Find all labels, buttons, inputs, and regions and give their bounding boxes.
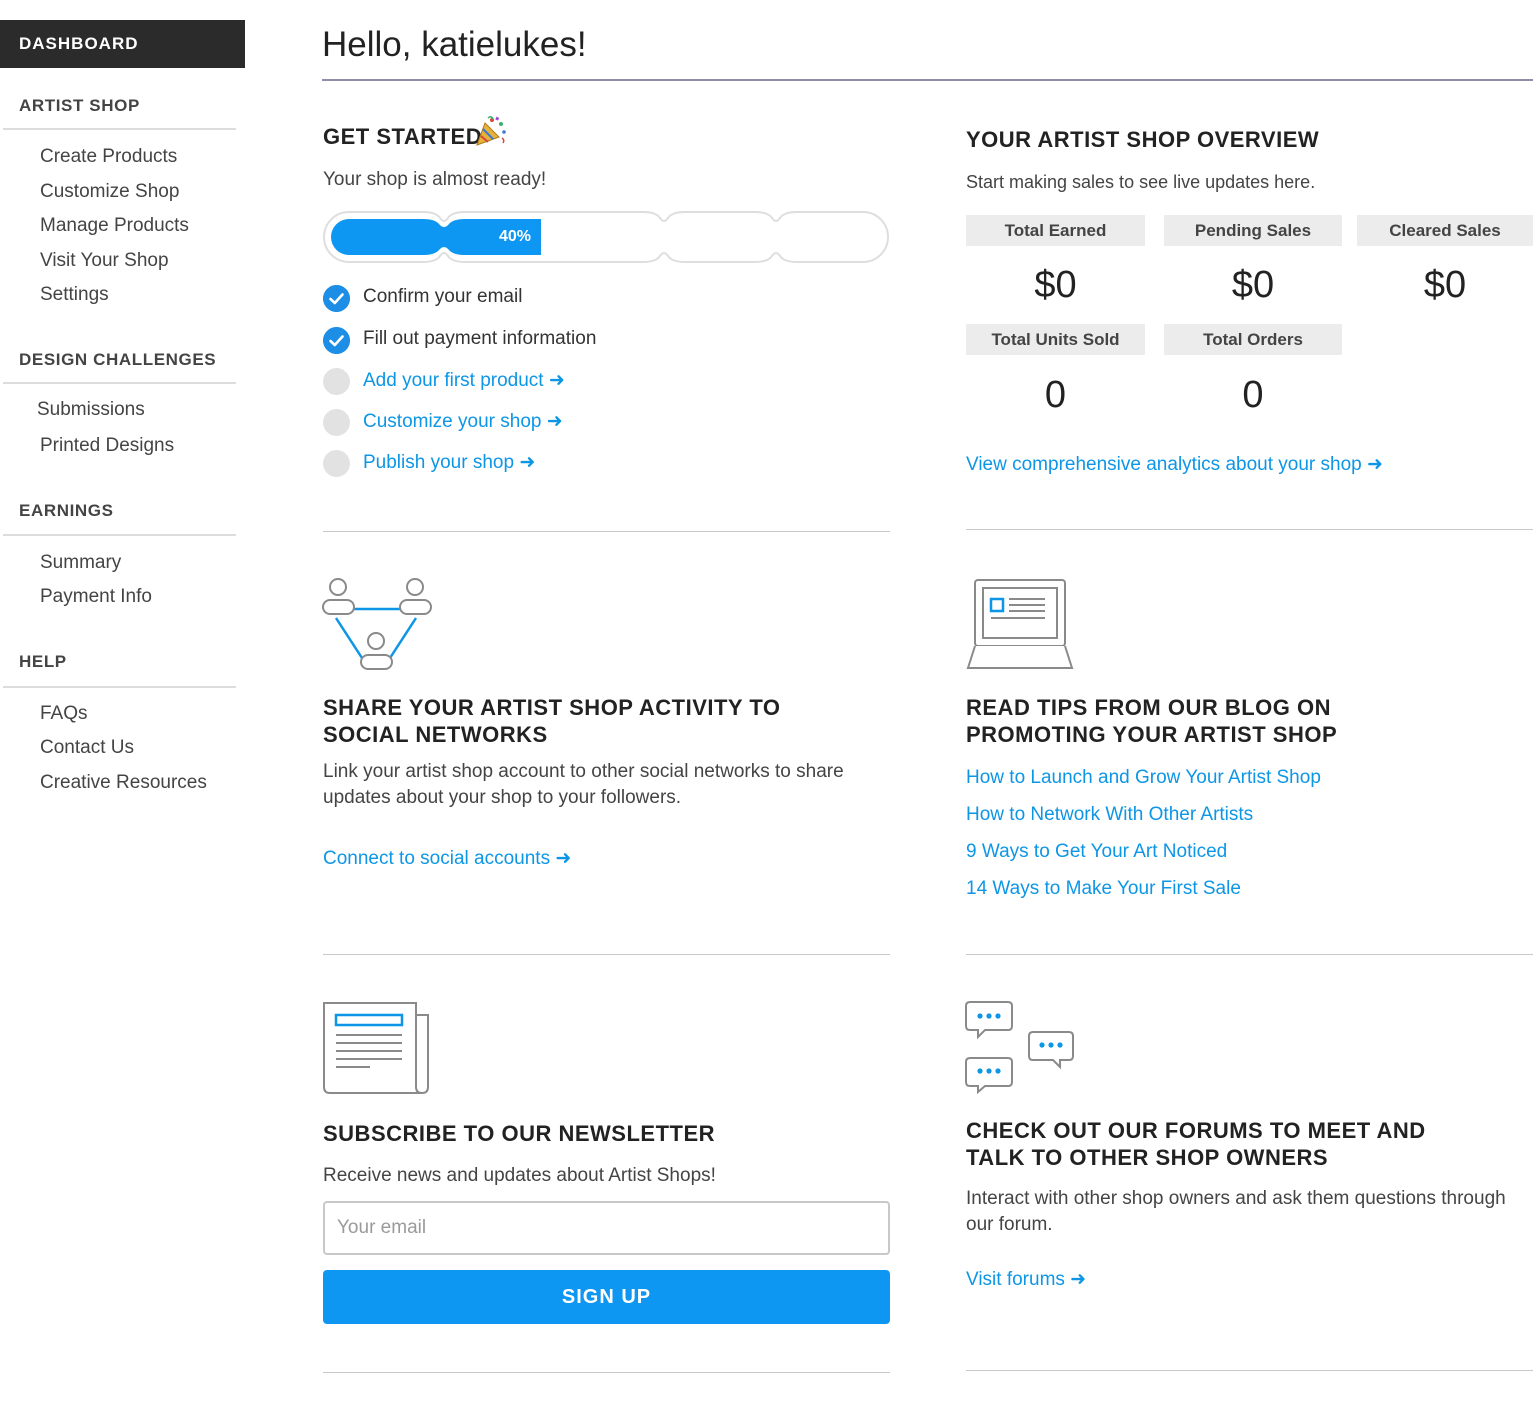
empty-circle-icon [323,368,350,395]
social-title-line2: SOCIAL NETWORKS [323,722,548,747]
connect-social-link[interactable]: Connect to social accounts ➜ [323,847,571,870]
stat-label-pending-sales: Pending Sales [1164,215,1342,246]
checkmark-icon [323,327,350,354]
blog-link-launch-grow[interactable]: How to Launch and Grow Your Artist Shop [966,767,1321,789]
overview-title: YOUR ARTIST SHOP OVERVIEW [966,127,1320,152]
section-divider [966,1370,1533,1371]
stat-value-total-orders: 0 [1242,374,1264,416]
blog-link-network[interactable]: How to Network With Other Artists [966,804,1253,826]
get-started-title: GET STARTED [323,124,483,149]
stat-value-cleared-sales: $0 [1423,264,1467,306]
sidebar-divider [3,534,236,536]
social-description: Link your artist shop account to other s… [323,761,844,808]
forums-title-line2: TALK TO OTHER SHOP OWNERS [966,1145,1329,1170]
section-divider [966,954,1533,955]
forums-title-line1: CHECK OUT OUR FORUMS TO MEET AND [966,1118,1426,1143]
section-divider [323,1372,890,1373]
sidebar-item-faqs[interactable]: FAQs [40,703,88,725]
checklist-item-confirm-email: Confirm your email [323,285,883,313]
checklist-label: Confirm your email [363,286,523,307]
newsletter-description: Receive news and updates about Artist Sh… [323,1165,716,1186]
checkmark-icon [323,285,350,312]
sidebar-item-contact-us[interactable]: Contact Us [40,737,134,759]
sidebar-item-settings[interactable]: Settings [40,284,109,306]
checklist-item-customize-shop[interactable]: Customize your shop ➜ [323,409,883,437]
blog-title-line1: READ TIPS FROM OUR BLOG ON [966,695,1331,720]
stat-value-total-units-sold: 0 [1044,374,1067,416]
sidebar-item-customize-shop[interactable]: Customize Shop [40,181,179,203]
sidebar-divider [3,382,236,384]
blog-title-line2: PROMOTING YOUR ARTIST SHOP [966,722,1338,747]
add-first-product-link[interactable]: Add your first product ➜ [363,369,565,392]
stat-label-total-earned: Total Earned [966,215,1145,246]
stat-label-total-orders: Total Orders [1164,324,1342,355]
sidebar-item-manage-products[interactable]: Manage Products [40,215,189,237]
social-network-icon [322,578,432,670]
sidebar-divider [3,686,236,688]
empty-circle-icon [323,450,350,477]
sidebar-item-summary[interactable]: Summary [40,552,121,574]
checklist-item-publish-shop[interactable]: Publish your shop ➜ [323,450,883,478]
sidebar-item-submissions[interactable]: Submissions [37,399,145,421]
sidebar-item-payment-info[interactable]: Payment Info [40,586,152,608]
newsletter-title: SUBSCRIBE TO OUR NEWSLETTER [323,1121,716,1146]
social-title-line1: SHARE YOUR ARTIST SHOP ACTIVITY TO [323,695,781,720]
customize-shop-link[interactable]: Customize your shop ➜ [363,410,563,433]
sidebar-item-create-products[interactable]: Create Products [40,146,177,168]
newspaper-icon [323,1002,429,1094]
overview-subtitle: Start making sales to see live updates h… [966,172,1316,192]
page-title: Hello, katielukes! [322,25,587,64]
sidebar-item-visit-your-shop[interactable]: Visit Your Shop [40,250,169,272]
sidebar-heading-artist-shop: ARTIST SHOP [19,96,140,115]
checklist-label: Fill out payment information [363,328,597,349]
checklist-item-add-product[interactable]: Add your first product ➜ [323,368,883,396]
chat-bubbles-icon [965,1001,1074,1094]
stat-label-cleared-sales: Cleared Sales [1357,215,1533,246]
sidebar-item-printed-designs[interactable]: Printed Designs [40,435,174,457]
dashboard-button[interactable]: DASHBOARD [0,20,245,68]
checklist-item-payment-info: Fill out payment information [323,327,883,355]
newsletter-email-input[interactable] [323,1201,890,1255]
header-divider [322,79,1533,81]
empty-circle-icon [323,409,350,436]
publish-shop-link[interactable]: Publish your shop ➜ [363,451,535,474]
forums-description: Interact with other shop owners and ask … [966,1188,1506,1235]
progress-percent-label: 40% [498,228,531,245]
party-popper-icon [476,115,506,146]
sidebar-heading-help: HELP [19,652,67,671]
stat-value-total-earned: $0 [1034,264,1077,306]
laptop-icon [966,579,1074,669]
sidebar-heading-design-challenges: DESIGN CHALLENGES [19,350,217,369]
section-divider [323,531,890,532]
section-divider [323,954,890,955]
sign-up-button[interactable]: SIGN UP [323,1270,890,1324]
blog-link-art-noticed[interactable]: 9 Ways to Get Your Art Noticed [966,841,1227,863]
get-started-subtitle: Your shop is almost ready! [323,169,547,190]
sidebar-divider [3,128,236,130]
blog-link-first-sale[interactable]: 14 Ways to Make Your First Sale [966,878,1241,900]
section-divider [966,529,1533,530]
sidebar: DASHBOARD ARTIST SHOP Create Products Cu… [0,0,250,1426]
sidebar-item-creative-resources[interactable]: Creative Resources [40,772,207,794]
visit-forums-link[interactable]: Visit forums ➜ [966,1268,1086,1291]
stat-label-total-units-sold: Total Units Sold [966,324,1145,355]
view-analytics-link[interactable]: View comprehensive analytics about your … [966,453,1383,476]
shop-progress-bar: 40% [323,210,890,264]
sidebar-heading-earnings: EARNINGS [19,501,114,520]
stat-value-pending-sales: $0 [1231,264,1275,306]
